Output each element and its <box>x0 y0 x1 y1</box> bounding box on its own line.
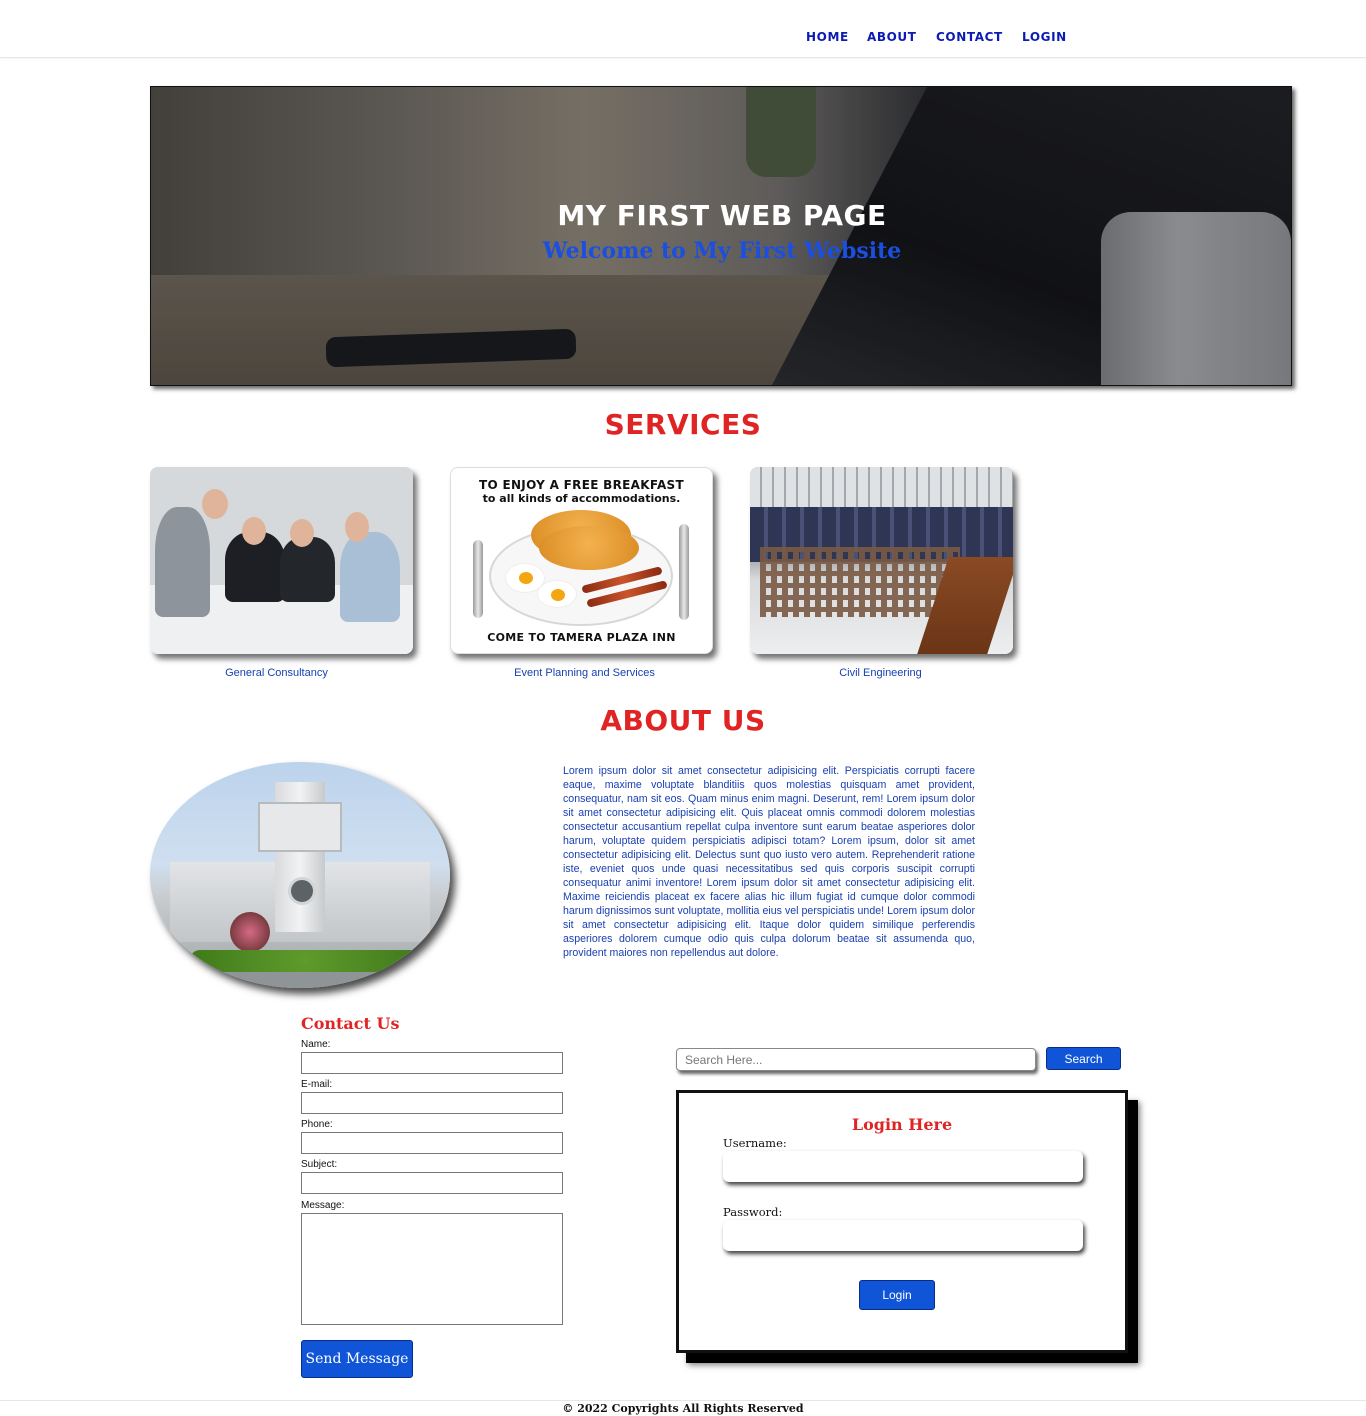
search-input[interactable] <box>676 1048 1036 1071</box>
person-figure <box>340 532 400 622</box>
username-label: Username: <box>723 1136 787 1150</box>
name-field[interactable] <box>301 1052 563 1074</box>
hero-subtitle: Welcome to My First Website <box>542 238 902 264</box>
service-card-consultancy[interactable] <box>150 467 413 654</box>
send-message-button[interactable]: Send Message <box>301 1340 413 1378</box>
footer-copyright: © 2022 Copyrights All Rights Reserved <box>562 1402 804 1415</box>
person-figure <box>280 537 335 602</box>
hall-chairs <box>760 547 960 617</box>
email-label: E-mail: <box>301 1079 333 1090</box>
service-card-civil-engineering[interactable] <box>750 467 1013 654</box>
nav-login-link[interactable]: LOGIN <box>1022 30 1067 44</box>
service-card-event-planning[interactable]: TO ENJOY A FREE BREAKFAST to all kinds o… <box>450 467 713 654</box>
login-panel: Login Here Username: Password: Login <box>676 1090 1128 1353</box>
contact-title: Contact Us <box>301 1014 400 1033</box>
person-head <box>242 517 266 545</box>
fork-icon <box>473 540 483 618</box>
flowers-image <box>230 912 270 952</box>
password-field[interactable] <box>723 1220 1083 1251</box>
login-title: Login Here <box>851 1115 953 1134</box>
hedge-image <box>190 950 420 972</box>
university-seal-icon <box>288 877 316 905</box>
phone-label: Phone: <box>301 1119 333 1130</box>
breakfast-ad-footer: COME TO TAMERA PLAZA INN <box>487 631 676 644</box>
hero-title: MY FIRST WEB PAGE <box>557 199 887 232</box>
person-figure <box>155 507 210 617</box>
service-caption-event-planning: Event Planning and Services <box>514 667 655 679</box>
service-caption-consultancy: General Consultancy <box>225 667 328 679</box>
login-button[interactable]: Login <box>859 1280 935 1310</box>
person-head <box>202 489 228 519</box>
nav-about-link[interactable]: ABOUT <box>867 30 917 44</box>
name-label: Name: <box>301 1039 331 1050</box>
services-title: SERVICES <box>604 408 762 441</box>
hero-overlay <box>151 87 1291 385</box>
subject-label: Subject: <box>301 1159 338 1170</box>
about-title: ABOUT US <box>600 704 766 737</box>
message-field[interactable] <box>301 1213 563 1325</box>
person-head <box>290 519 314 547</box>
email-field[interactable] <box>301 1092 563 1114</box>
about-university-image <box>150 762 450 988</box>
service-caption-civil-engineering: Civil Engineering <box>839 667 922 679</box>
hero-banner: MY FIRST WEB PAGE Welcome to My First We… <box>150 86 1292 386</box>
egg-image <box>537 580 577 608</box>
search-button[interactable]: Search <box>1046 1047 1121 1070</box>
person-head <box>345 512 369 542</box>
subject-field[interactable] <box>301 1172 563 1194</box>
tower-top-image <box>258 802 342 852</box>
nav-home-link[interactable]: HOME <box>806 30 849 44</box>
top-navbar: HOME ABOUT CONTACT LOGIN <box>0 0 1366 58</box>
breakfast-ad-heading: TO ENJOY A FREE BREAKFAST to all kinds o… <box>479 478 684 505</box>
phone-field[interactable] <box>301 1132 563 1154</box>
password-label: Password: <box>723 1205 783 1219</box>
message-label: Message: <box>301 1200 345 1211</box>
nav-contact-link[interactable]: CONTACT <box>936 30 1003 44</box>
hall-ceiling <box>750 467 1013 507</box>
footer-divider <box>0 1400 1366 1401</box>
pancake-image <box>539 526 639 570</box>
knife-icon <box>679 524 689 620</box>
username-field[interactable] <box>723 1151 1083 1182</box>
about-description: Lorem ipsum dolor sit amet consectetur a… <box>563 765 975 959</box>
